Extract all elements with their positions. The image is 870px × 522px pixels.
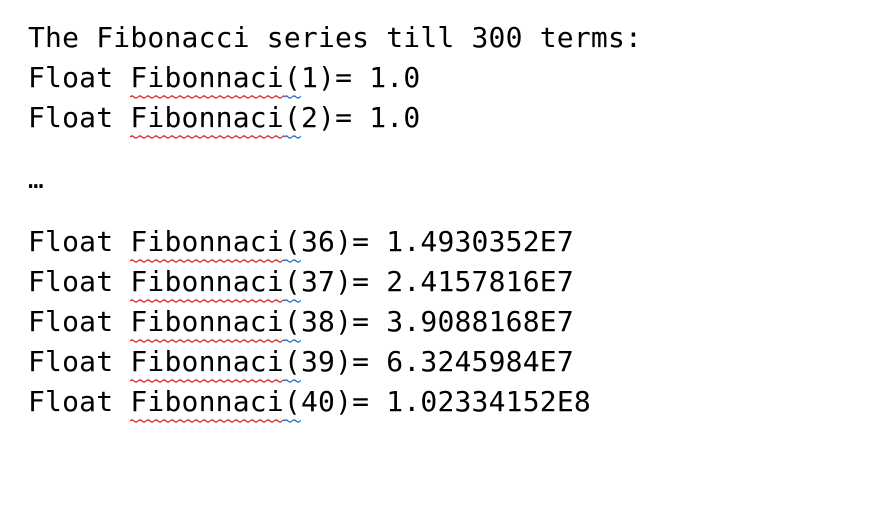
float-label: Float <box>28 262 130 302</box>
fib-value: 6.3245984E7 <box>386 342 574 382</box>
open-paren: ( <box>284 98 301 138</box>
fib-index: 38 <box>301 302 335 342</box>
open-paren: ( <box>284 58 301 98</box>
float-label: Float <box>28 222 130 262</box>
equals: )= <box>335 342 386 382</box>
fib-index: 36 <box>301 222 335 262</box>
float-label: Float <box>28 342 130 382</box>
fibonnaci-word: Fibonnaci <box>130 302 284 342</box>
heading-suffix: terms: <box>523 18 642 58</box>
fib-index: 2 <box>301 98 318 138</box>
output-line: Float Fibonnaci(38)= 3.9088168E7 <box>28 302 842 342</box>
open-paren: ( <box>284 262 301 302</box>
heading-number: 300 <box>472 18 523 58</box>
equals: )= <box>335 262 386 302</box>
open-paren: ( <box>284 382 301 422</box>
equals: )= <box>335 382 386 422</box>
fibonnaci-word: Fibonnaci <box>130 342 284 382</box>
fib-value: 1.02334152E8 <box>386 382 591 422</box>
ellipsis-line: … <box>28 138 842 222</box>
heading-prefix: The Fibonacci series till <box>28 18 472 58</box>
fib-value: 2.4157816E7 <box>386 262 574 302</box>
float-label: Float <box>28 302 130 342</box>
fib-index: 1 <box>301 58 318 98</box>
open-paren: ( <box>284 222 301 262</box>
ellipsis-icon: … <box>28 150 44 210</box>
output-line: Float Fibonnaci(36)= 1.4930352E7 <box>28 222 842 262</box>
fib-value: 3.9088168E7 <box>386 302 574 342</box>
output-line: Float Fibonnaci(40)= 1.02334152E8 <box>28 382 842 422</box>
fibonnaci-word: Fibonnaci <box>130 262 284 302</box>
open-paren: ( <box>284 342 301 382</box>
output-line: Float Fibonnaci(1)= 1.0 <box>28 58 842 98</box>
fibonnaci-word: Fibonnaci <box>130 222 284 262</box>
equals: )= <box>318 58 369 98</box>
float-label: Float <box>28 98 130 138</box>
fib-index: 39 <box>301 342 335 382</box>
fib-value: 1.0 <box>369 58 420 98</box>
fib-value: 1.4930352E7 <box>386 222 574 262</box>
equals: )= <box>335 302 386 342</box>
equals: )= <box>318 98 369 138</box>
document-body: The Fibonacci series till 300 terms: Flo… <box>0 0 870 422</box>
open-paren: ( <box>284 302 301 342</box>
fib-value: 1.0 <box>369 98 420 138</box>
heading-line: The Fibonacci series till 300 terms: <box>28 18 842 58</box>
float-label: Float <box>28 58 130 98</box>
output-line: Float Fibonnaci(37)= 2.4157816E7 <box>28 262 842 302</box>
fib-index: 37 <box>301 262 335 302</box>
fibonnaci-word: Fibonnaci <box>130 98 284 138</box>
fibonnaci-word: Fibonnaci <box>130 382 284 422</box>
output-line: Float Fibonnaci(2)= 1.0 <box>28 98 842 138</box>
output-line: Float Fibonnaci(39)= 6.3245984E7 <box>28 342 842 382</box>
fibonnaci-word: Fibonnaci <box>130 58 284 98</box>
float-label: Float <box>28 382 130 422</box>
equals: )= <box>335 222 386 262</box>
fib-index: 40 <box>301 382 335 422</box>
